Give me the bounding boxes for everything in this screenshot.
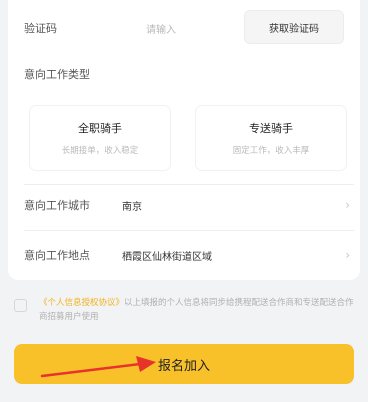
city-label: 意向工作城市: [24, 199, 90, 212]
job-type-subtitle: 长期接单，收入稳定: [61, 146, 139, 156]
code-input[interactable]: 请输入: [118, 14, 230, 42]
job-type-option-dedicated[interactable]: 专送骑手 固定工作，收入丰厚: [196, 106, 346, 170]
signup-form-card: 验证码 请输入 获取验证码 意向工作类型 全职骑手 长期接单，收入稳定 专送骑手…: [8, 0, 360, 280]
get-code-button[interactable]: 获取验证码: [244, 10, 344, 44]
agreement-link[interactable]: 《个人信息授权协议》: [39, 298, 124, 308]
location-label: 意向工作地点: [24, 249, 90, 262]
city-row[interactable]: 意向工作城市 南京 ›: [8, 188, 360, 222]
divider: [24, 230, 354, 231]
job-type-option-fulltime[interactable]: 全职骑手 长期接单，收入稳定: [30, 106, 170, 170]
chevron-right-icon: ›: [345, 198, 350, 212]
job-type-label: 意向工作类型: [24, 68, 90, 81]
location-value: 栖霞区仙林街道区域: [122, 251, 212, 263]
job-type-title: 全职骑手: [78, 122, 122, 135]
code-placeholder: 请输入: [146, 24, 176, 36]
submit-label: 报名加入: [157, 358, 210, 374]
agreement-checkbox[interactable]: [14, 299, 27, 312]
chevron-right-icon: ›: [345, 248, 350, 262]
agreement-text: 《个人信息授权协议》以上填报的个人信息将同步给携程配送合作商和专送配送合作商招募…: [39, 296, 354, 324]
location-row[interactable]: 意向工作地点 栖霞区仙林街道区域 ›: [8, 238, 360, 272]
agreement: 《个人信息授权协议》以上填报的个人信息将同步给携程配送合作商和专送配送合作商招募…: [14, 296, 354, 324]
job-type-title: 专送骑手: [249, 122, 293, 135]
divider: [24, 184, 354, 185]
red-arrow-annotation-icon: [40, 356, 156, 378]
city-value: 南京: [122, 201, 142, 213]
job-type-subtitle: 固定工作，收入丰厚: [232, 146, 310, 156]
code-label: 验证码: [24, 22, 57, 35]
job-type-row: 意向工作类型: [8, 64, 360, 84]
